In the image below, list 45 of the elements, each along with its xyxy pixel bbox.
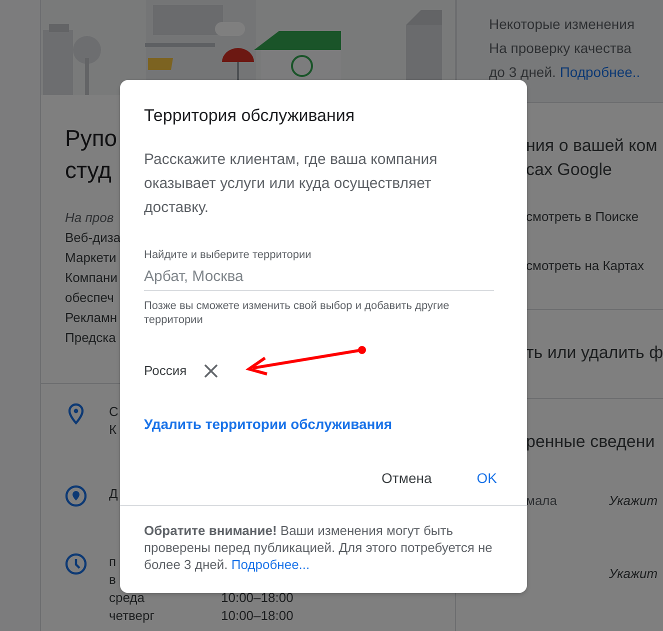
section-heading: ть или удалить ф — [526, 342, 663, 364]
category-text: Рекламн — [65, 309, 118, 327]
attention-note: Обратите внимание! Ваши изменения могут быть проверены перед публикацией. Для этого потребуется не более 3 дней. Подробнее... — [144, 522, 494, 573]
section-heading: сах Google — [526, 159, 612, 181]
section-heading: ния о вашей ком — [526, 135, 658, 157]
info-text: С — [109, 403, 118, 421]
section-heading: ренные сведени — [526, 431, 655, 453]
field-value: Укажит — [609, 565, 658, 583]
view-link[interactable]: смотреть в Поиске — [526, 207, 639, 227]
category-text: обеспеч — [65, 289, 114, 307]
verification-note: На пров — [65, 209, 114, 227]
helper-text: Позже вы сможете изменить свой выбор и добавить другие территории — [144, 299, 450, 327]
more-link[interactable]: Подробнее.. — [560, 64, 640, 80]
category-text: Маркети — [65, 249, 116, 267]
close-icon[interactable] — [204, 364, 218, 378]
business-name: Рупо — [65, 124, 118, 153]
dialog-button[interactable]: OK — [464, 460, 509, 496]
field-label: мала — [526, 492, 558, 510]
field-label: Найдите и выберите территории — [144, 248, 312, 263]
dialog-title: Территория обслуживания — [144, 105, 356, 127]
weekday-text: п — [109, 553, 116, 571]
info-text: К — [109, 421, 117, 439]
remove-areas-link[interactable]: Удалить территории обслуживания — [144, 414, 392, 434]
notice-text: На проверку качества — [489, 39, 632, 58]
clock-icon — [65, 553, 87, 575]
weekday-text: четверг — [109, 607, 154, 625]
business-name: студ — [65, 156, 112, 185]
field-value: Укажит — [609, 492, 658, 510]
weekday-text: среда — [109, 589, 144, 607]
notice-text: до 3 дней. — [489, 64, 556, 80]
category-text: Веб-диза — [65, 229, 121, 247]
area-chip-label: Россия — [144, 362, 187, 380]
hours-text: 10:00–18:00 — [221, 589, 294, 607]
hours-text: 10:00–18:00 — [221, 607, 294, 625]
category-text: Предска — [65, 329, 116, 347]
weekday-text: в — [109, 571, 116, 589]
location-pin-icon — [68, 403, 84, 425]
category-text: Компани — [65, 269, 118, 287]
view-link[interactable]: смотреть на Картах — [526, 256, 644, 276]
location-circle-icon — [65, 485, 87, 507]
notice-text: Некоторые изменения — [489, 15, 635, 34]
more-link[interactable]: Подробнее... — [231, 557, 310, 572]
dialog-button[interactable]: Отмена — [370, 460, 444, 496]
info-text: Д — [109, 485, 118, 503]
dialog-description: Расскажите клиентам, где ваша компания оказывает услуги или куда осуществляет доставку. — [144, 150, 438, 218]
